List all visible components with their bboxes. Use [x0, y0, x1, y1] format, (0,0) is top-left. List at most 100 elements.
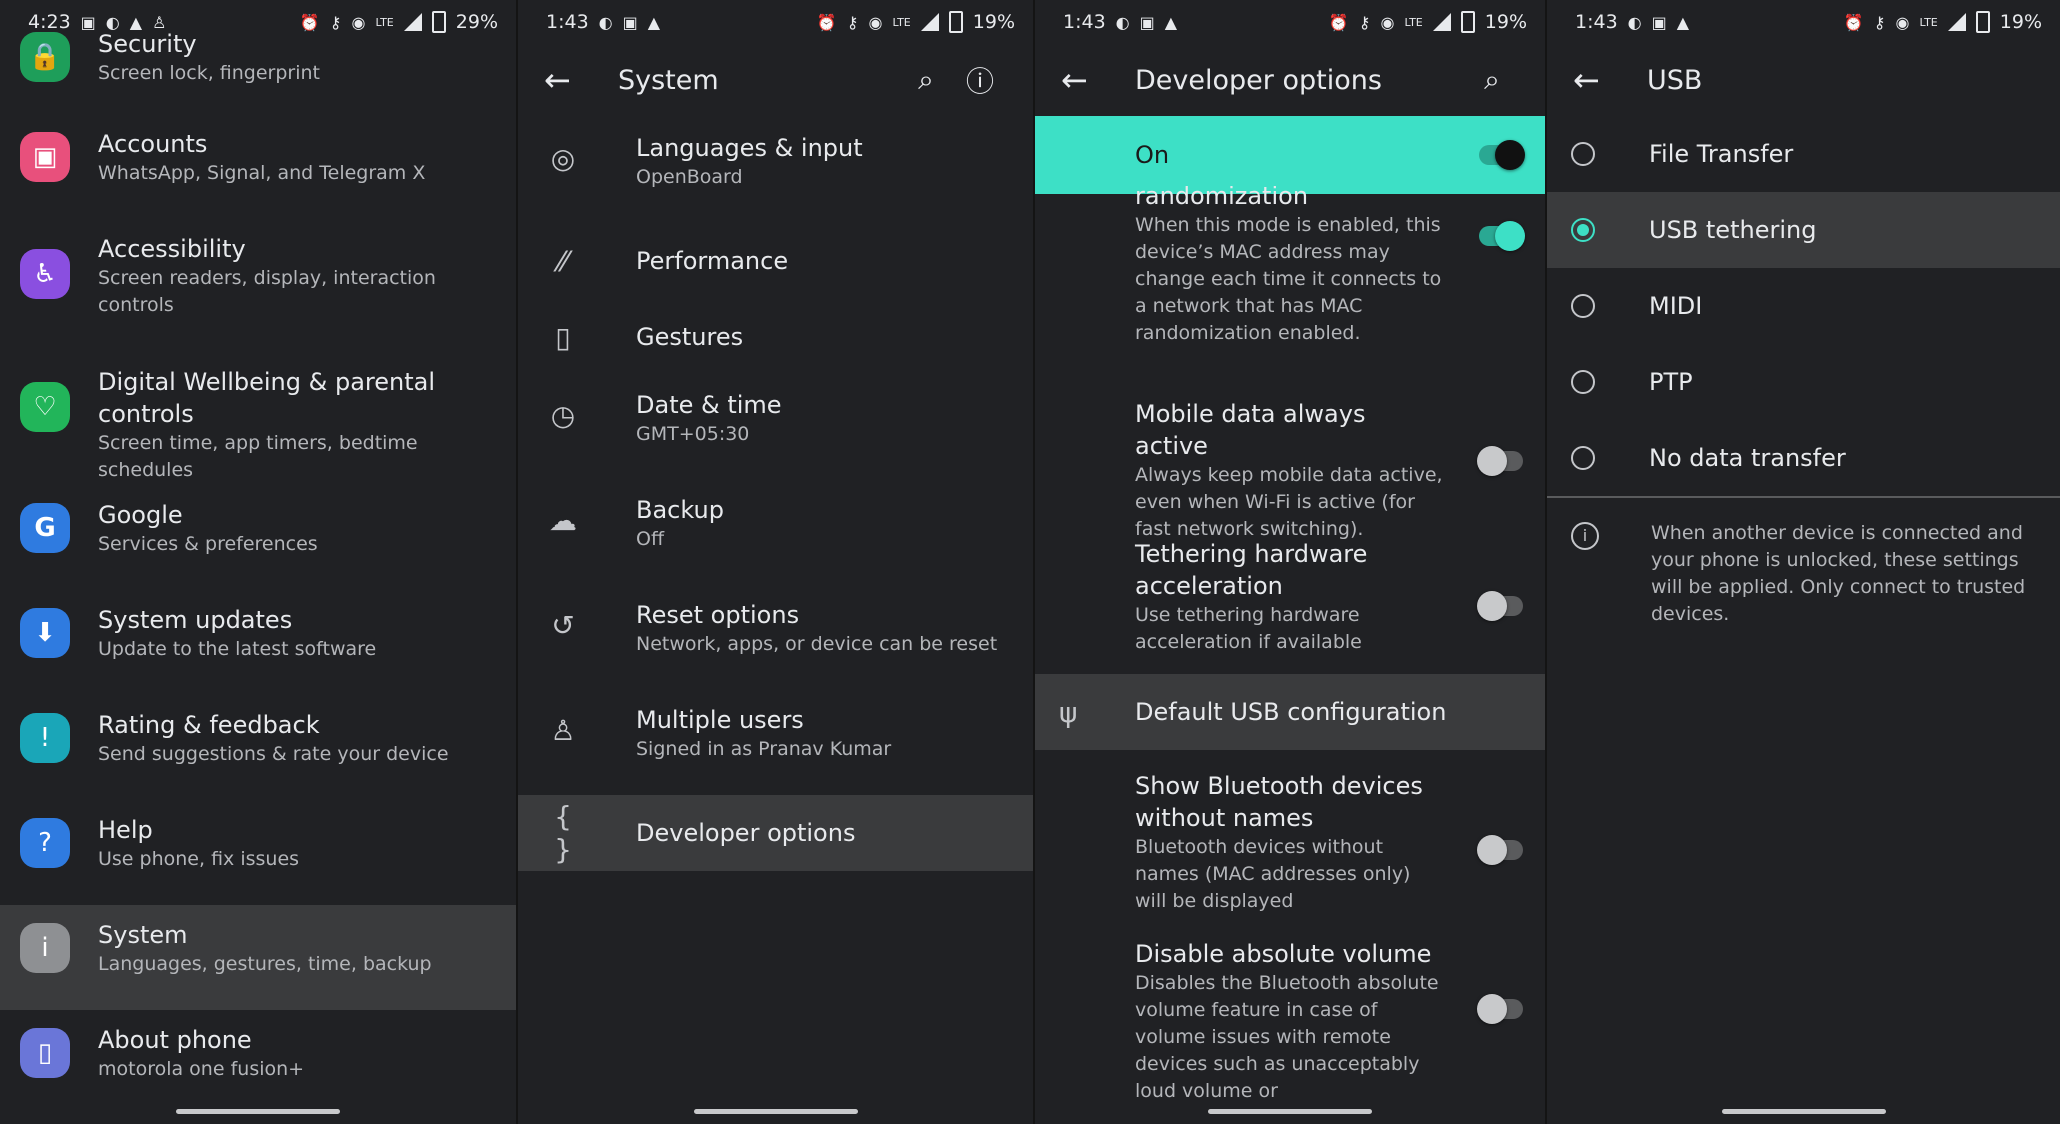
- setting-title: Disable absolute volume: [1135, 940, 1432, 968]
- setting-disable-absolute-volume[interactable]: Disable absolute volume Disables the Blu…: [1035, 930, 1545, 1102]
- settings-item-system-updates[interactable]: ⬇ System updates Update to the latest so…: [0, 590, 516, 695]
- absolute-volume-toggle[interactable]: [1477, 994, 1523, 1024]
- settings-screen: 4:23 ▣ ◐ ▲ ♙ ⏰ ⚷ ◉ LTE 29% 🔒 Security Sc…: [0, 0, 518, 1124]
- battery-icon: [948, 11, 963, 33]
- battery-percent: 19%: [972, 11, 1015, 33]
- back-arrow-icon[interactable]: ←: [1061, 61, 1121, 99]
- sim-icon: ▣: [622, 12, 638, 32]
- code-braces-icon: { }: [554, 800, 572, 866]
- settings-item-digital-wellbeing[interactable]: ♡ Digital Wellbeing & parental controls …: [0, 352, 516, 485]
- item-title: Reset options: [636, 601, 800, 629]
- setting-tethering-hw-acceleration[interactable]: Tethering hardware acceleration Use teth…: [1035, 524, 1545, 674]
- item-title: Gestures: [636, 323, 744, 351]
- system-item-date-time[interactable]: ◷ Date & time GMT+05:30: [518, 375, 1033, 480]
- feedback-icon: !: [20, 713, 70, 763]
- page-title: System: [618, 64, 719, 96]
- setting-desc: When this mode is enabled, this device’s…: [1135, 214, 1442, 344]
- master-toggle[interactable]: [1479, 140, 1525, 170]
- option-label: MIDI: [1649, 292, 1703, 320]
- radio-button[interactable]: [1571, 370, 1595, 394]
- usb-option-midi[interactable]: MIDI: [1547, 268, 2060, 344]
- app-notification-icon: ◐: [1115, 12, 1130, 32]
- radio-button[interactable]: [1571, 446, 1595, 470]
- search-icon[interactable]: ⌕: [899, 63, 953, 97]
- usb-info-note: i When another device is connected and y…: [1547, 498, 2060, 628]
- developer-options-master-switch[interactable]: On: [1035, 116, 1545, 194]
- radio-button-selected[interactable]: [1571, 218, 1595, 242]
- gesture-home-bar[interactable]: [176, 1109, 340, 1114]
- search-icon[interactable]: ⌕: [1465, 63, 1519, 97]
- person-icon: ♙: [550, 714, 576, 747]
- hotspot-icon: ◉: [1895, 12, 1910, 32]
- setting-mac-randomization[interactable]: randomization When this mode is enabled,…: [1035, 186, 1545, 384]
- history-icon: ↺: [551, 609, 575, 642]
- item-title: Multiple users: [636, 706, 804, 734]
- system-item-backup[interactable]: ☁ Backup Off: [518, 480, 1033, 585]
- gesture-home-bar[interactable]: [1721, 1109, 1886, 1114]
- help-icon: ?: [20, 818, 70, 868]
- settings-item-accounts[interactable]: ▣ Accounts WhatsApp, Signal, and Telegra…: [0, 114, 516, 219]
- settings-item-system[interactable]: i System Languages, gestures, time, back…: [0, 905, 516, 1010]
- item-subtitle: Use phone, fix issues: [98, 848, 300, 870]
- tethering-acceleration-toggle[interactable]: [1477, 591, 1523, 621]
- item-subtitle: GMT+05:30: [636, 423, 750, 445]
- network-type-label: LTE: [1919, 15, 1938, 29]
- status-bar: 1:43 ◐ ▣ ▲ ⏰ ⚷ ◉ LTE 19%: [518, 0, 1033, 44]
- setting-bluetooth-without-names[interactable]: Show Bluetooth devices without names Blu…: [1035, 750, 1545, 930]
- gesture-home-bar[interactable]: [693, 1109, 858, 1114]
- settings-item-accessibility[interactable]: ♿ Accessibility Screen readers, display,…: [0, 219, 516, 352]
- system-item-reset[interactable]: ↺ Reset options Network, apps, or device…: [518, 585, 1033, 690]
- info-text: When another device is connected and you…: [1651, 522, 2026, 625]
- clock-icon: ◷: [550, 399, 576, 432]
- vpn-key-icon: ⚷: [1873, 12, 1886, 32]
- developer-options-screen: 1:43 ◐ ▣ ▲ ⏰ ⚷ ◉ LTE 19% ← Developer opt…: [1035, 0, 1547, 1124]
- setting-title: randomization: [1135, 186, 1309, 206]
- back-arrow-icon[interactable]: ←: [544, 61, 604, 99]
- account-icon: ▣: [20, 132, 70, 182]
- mac-randomization-toggle[interactable]: [1479, 221, 1525, 251]
- system-item-multiple-users[interactable]: ♙ Multiple users Signed in as Pranav Kum…: [518, 690, 1033, 795]
- item-title: Performance: [636, 247, 789, 275]
- setting-mobile-data-always-active[interactable]: Mobile data always active Always keep mo…: [1035, 384, 1545, 540]
- settings-item-help[interactable]: ? Help Use phone, fix issues: [0, 800, 516, 905]
- usb-option-usb-tethering[interactable]: USB tethering: [1547, 192, 2060, 268]
- item-title: System updates: [98, 606, 293, 634]
- battery-percent: 19%: [1999, 11, 2042, 33]
- vpn-key-icon: ⚷: [846, 12, 859, 32]
- system-item-developer-options[interactable]: { } Developer options: [518, 795, 1033, 871]
- settings-item-about-phone[interactable]: ▯ About phone motorola one fusion+: [0, 1010, 516, 1115]
- usb-option-file-transfer[interactable]: File Transfer: [1547, 116, 2060, 192]
- battery-icon: [1975, 11, 1990, 33]
- system-item-gestures[interactable]: ▯ Gestures: [518, 299, 1033, 375]
- settings-item-google[interactable]: G Google Services & preferences: [0, 485, 516, 590]
- mobile-data-toggle[interactable]: [1477, 446, 1523, 476]
- system-item-languages[interactable]: ◎ Languages & input OpenBoard: [518, 118, 1033, 223]
- item-subtitle: Services & preferences: [98, 533, 318, 555]
- sim-icon: ▣: [1651, 12, 1667, 32]
- system-list: ◎ Languages & input OpenBoard ⁄⁄ Perform…: [518, 118, 1033, 871]
- info-icon: i: [1571, 522, 1599, 550]
- item-subtitle: Screen time, app timers, bedtime schedul…: [98, 432, 418, 481]
- setting-title: Default USB configuration: [1135, 698, 1447, 726]
- gesture-home-bar[interactable]: [1208, 1109, 1372, 1114]
- system-item-performance[interactable]: ⁄⁄ Performance: [518, 223, 1033, 299]
- bluetooth-names-toggle[interactable]: [1477, 835, 1523, 865]
- system-update-icon: ⬇: [20, 608, 70, 658]
- usb-icon: ψ: [1059, 695, 1078, 729]
- usb-option-no-data-transfer[interactable]: No data transfer: [1547, 420, 2060, 496]
- item-subtitle: Signed in as Pranav Kumar: [636, 738, 892, 760]
- radio-button[interactable]: [1571, 294, 1595, 318]
- item-title: Digital Wellbeing & parental controls: [98, 368, 436, 428]
- default-usb-configuration[interactable]: ψ Default USB configuration: [1035, 674, 1545, 750]
- settings-item-rating-feedback[interactable]: ! Rating & feedback Send suggestions & r…: [0, 695, 516, 800]
- settings-item-security[interactable]: 🔒 Security Screen lock, fingerprint: [0, 26, 516, 114]
- back-arrow-icon[interactable]: ←: [1573, 61, 1633, 99]
- battery-icon: [1460, 11, 1475, 33]
- option-label: No data transfer: [1649, 444, 1846, 472]
- help-icon[interactable]: ⓘ: [953, 60, 1007, 100]
- cloud-upload-icon: ☁: [549, 504, 577, 537]
- alarm-icon: ⏰: [1328, 12, 1349, 32]
- radio-button[interactable]: [1571, 142, 1595, 166]
- usb-option-ptp[interactable]: PTP: [1547, 344, 2060, 420]
- item-title: Help: [98, 816, 153, 844]
